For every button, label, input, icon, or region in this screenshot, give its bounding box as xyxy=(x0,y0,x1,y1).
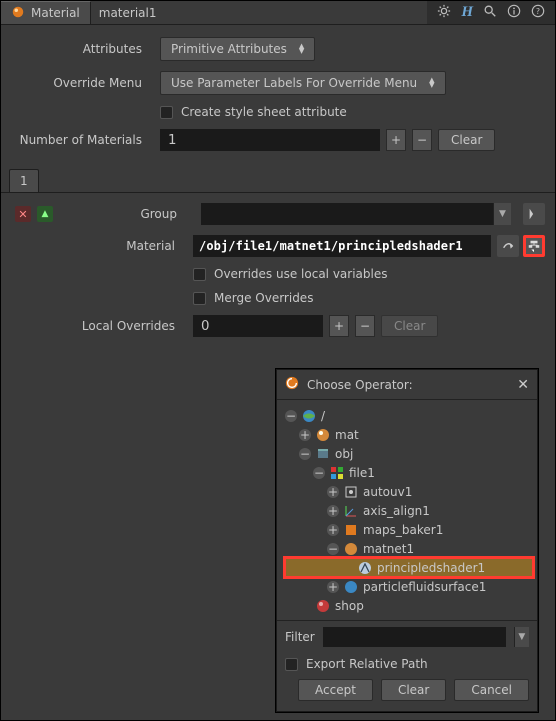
tree-expander[interactable]: − xyxy=(299,448,311,460)
tree-expander[interactable]: − xyxy=(313,467,325,479)
stylesheet-checkbox[interactable]: Create style sheet attribute xyxy=(160,105,347,119)
matnet-icon xyxy=(343,541,359,557)
obj-icon xyxy=(315,446,331,462)
help-icon[interactable]: ? xyxy=(531,4,545,21)
tree-item-label: matnet1 xyxy=(363,542,414,556)
tree-item-label: axis_align1 xyxy=(363,504,430,518)
num-materials-minus[interactable]: − xyxy=(412,129,432,151)
node-name-input[interactable] xyxy=(91,1,428,24)
root-icon xyxy=(301,408,317,424)
info-icon[interactable] xyxy=(507,4,521,21)
tree-expander[interactable]: − xyxy=(327,543,339,555)
group-label: Group xyxy=(59,207,195,221)
jump-to-operator-button[interactable] xyxy=(497,235,519,257)
accept-button[interactable]: Accept xyxy=(298,679,373,701)
attributes-dropdown[interactable]: Primitive Attributes ▲▼ xyxy=(160,37,315,61)
group-input[interactable] xyxy=(201,203,493,225)
tree-expander[interactable]: − xyxy=(285,410,297,422)
tree-item-selected[interactable]: principledshader1 xyxy=(285,558,533,577)
group-dropdown-toggle[interactable]: ▼ xyxy=(493,203,511,225)
local-overrides-minus[interactable]: − xyxy=(355,315,375,337)
tree-expander[interactable]: + xyxy=(327,486,339,498)
group-select-button[interactable] xyxy=(523,203,545,225)
tree-item-label: particlefluidsurface1 xyxy=(363,580,486,594)
material-reorder-button[interactable]: ▲ xyxy=(37,206,53,222)
close-icon[interactable]: ✕ xyxy=(517,377,529,393)
local-overrides-plus[interactable]: + xyxy=(329,315,349,337)
material-node-icon xyxy=(11,5,25,22)
svg-text:?: ? xyxy=(536,7,540,16)
node-tab[interactable]: Material xyxy=(1,1,91,24)
shader-icon xyxy=(357,560,373,576)
num-materials-clear[interactable]: Clear xyxy=(438,129,495,151)
merge-overrides-checkbox[interactable]: Merge Overrides xyxy=(193,291,313,305)
file-icon xyxy=(329,465,345,481)
override-menu-value: Use Parameter Labels For Override Menu xyxy=(171,76,417,90)
material-path-input[interactable] xyxy=(193,235,491,257)
filter-label: Filter xyxy=(285,630,315,644)
dialog-title: Choose Operator: xyxy=(307,378,413,392)
tree-item-label: mat xyxy=(335,428,359,442)
overrides-local-checkbox[interactable]: Overrides use local variables xyxy=(193,267,387,281)
tree-expander[interactable]: + xyxy=(327,505,339,517)
maps-icon xyxy=(343,522,359,538)
tree-item-label: shop xyxy=(335,599,364,613)
gear-icon[interactable] xyxy=(437,4,451,21)
tree-expander[interactable]: + xyxy=(299,429,311,441)
material-label: Material xyxy=(15,239,193,253)
mat-icon xyxy=(315,427,331,443)
clear-button[interactable]: Clear xyxy=(381,679,446,701)
cancel-button[interactable]: Cancel xyxy=(454,679,529,701)
override-menu-label: Override Menu xyxy=(15,76,160,90)
tree-item-label: file1 xyxy=(349,466,375,480)
tree-item-label: maps_baker1 xyxy=(363,523,443,537)
choose-operator-dialog: Choose Operator: ✕ − / + mat − obj − fil… xyxy=(276,369,538,712)
filter-input[interactable] xyxy=(323,627,506,647)
tree-item-label: autouv1 xyxy=(363,485,412,499)
search-icon[interactable] xyxy=(483,4,497,21)
override-menu-dropdown[interactable]: Use Parameter Labels For Override Menu ▲… xyxy=(160,71,446,95)
num-materials-plus[interactable]: + xyxy=(386,129,406,151)
num-materials-label: Number of Materials xyxy=(15,133,160,147)
tree-expander[interactable]: + xyxy=(327,581,339,593)
operator-chooser-button[interactable] xyxy=(523,235,545,257)
node-type-label: Material xyxy=(31,6,80,20)
filter-dropdown-toggle[interactable]: ▼ xyxy=(514,627,529,647)
autouv-icon xyxy=(343,484,359,500)
pfs-icon xyxy=(343,579,359,595)
operator-tree[interactable]: − / + mat − obj − file1 + autouv1 xyxy=(277,400,537,620)
h-icon[interactable]: H xyxy=(461,4,473,21)
material-remove-button[interactable]: ✕ xyxy=(15,206,31,222)
tree-item-label: principledshader1 xyxy=(377,561,485,575)
houdini-logo-icon xyxy=(285,376,299,393)
local-overrides-clear[interactable]: Clear xyxy=(381,315,438,337)
attributes-value: Primitive Attributes xyxy=(171,42,287,56)
export-relative-checkbox[interactable]: Export Relative Path xyxy=(285,657,529,671)
attributes-label: Attributes xyxy=(15,42,160,56)
axis-icon xyxy=(343,503,359,519)
shop-icon xyxy=(315,598,331,614)
num-materials-input[interactable] xyxy=(160,129,380,151)
chevron-updown-icon: ▲▼ xyxy=(429,78,434,88)
folder-tab-1[interactable]: 1 xyxy=(9,169,39,192)
tree-item-label: obj xyxy=(335,447,353,461)
tree-item-label: / xyxy=(321,409,325,423)
stylesheet-label: Create style sheet attribute xyxy=(181,105,347,119)
local-overrides-label: Local Overrides xyxy=(15,319,193,333)
tree-expander[interactable]: + xyxy=(327,524,339,536)
local-overrides-input[interactable] xyxy=(193,315,323,337)
chevron-updown-icon: ▲▼ xyxy=(299,44,304,54)
